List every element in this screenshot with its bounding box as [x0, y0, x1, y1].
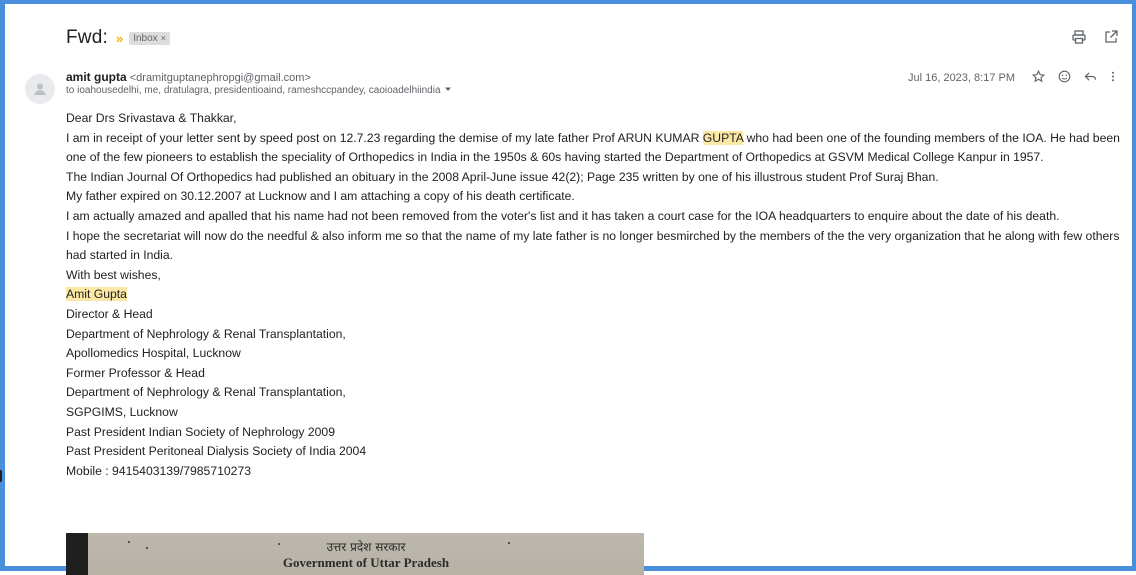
death-certificate-scan: उत्तर प्रदेश सरकार Government of Uttar P…: [88, 533, 644, 575]
paragraph-2: The Indian Journal Of Orthopedics had pu…: [66, 169, 939, 184]
signature-line: Past President Indian Society of Nephrol…: [66, 424, 335, 439]
message-meta: Jul 16, 2023, 8:17 PM: [907, 69, 1116, 86]
signature-line: Department of Nephrology & Renal Transpl…: [66, 385, 346, 400]
sender-line: amit gupta <dramitguptanephropgi@gmail.c…: [66, 70, 311, 84]
importance-marker-icon[interactable]: »: [116, 31, 123, 46]
print-icon[interactable]: [1070, 28, 1088, 46]
reply-icon[interactable]: [1084, 70, 1097, 86]
chevron-down-icon[interactable]: [444, 85, 452, 96]
paragraph-5: I hope the secretariat will now do the n…: [66, 228, 1120, 263]
sender-email: <dramitguptanephropgi@gmail.com>: [129, 72, 311, 84]
window-edge-marker: [0, 470, 2, 482]
message-date: Jul 16, 2023, 8:17 PM: [907, 72, 1015, 84]
signature-line: SGPGIMS, Lucknow: [66, 404, 178, 419]
signature-line: Apollomedics Hospital, Lucknow: [66, 346, 241, 361]
subject-row: Fwd: » Inbox ×: [66, 26, 170, 50]
signature-name: Amit Gupta: [66, 287, 127, 302]
inbox-label-text: Inbox: [133, 32, 158, 44]
certificate-hindi-heading: उत्तर प्रदेश सरकार: [326, 540, 406, 554]
sender-name[interactable]: amit gupta: [66, 70, 127, 84]
highlighted-term: GUPTA: [702, 130, 744, 145]
certificate-heading: Government of Uttar Pradesh: [282, 555, 450, 570]
attachment-image[interactable]: उत्तर प्रदेश सरकार Government of Uttar P…: [66, 533, 644, 575]
signature-line: Director & Head: [66, 306, 153, 321]
emoji-reaction-icon[interactable]: [1058, 70, 1071, 86]
recipients-text: to ioahousedelhi, me, dratulagra, presid…: [66, 85, 441, 96]
open-in-new-window-icon[interactable]: [1102, 28, 1120, 46]
message-body: Dear Drs Srivastava & Thakkar, I am in r…: [66, 109, 1126, 481]
closing: With best wishes,: [66, 267, 161, 282]
signature-line: Past President Peritoneal Dialysis Socie…: [66, 444, 367, 459]
recipients-line[interactable]: to ioahousedelhi, me, dratulagra, presid…: [66, 85, 452, 96]
signature-line: Mobile : 9415403139/7985710273: [66, 463, 252, 478]
email-subject: Fwd:: [66, 27, 108, 48]
signature-line: Department of Nephrology & Renal Transpl…: [66, 326, 346, 341]
more-vertical-icon[interactable]: [1110, 70, 1116, 86]
paragraph-1: I am in receipt of your letter sent by s…: [66, 130, 1120, 165]
signature-line: Former Professor & Head: [66, 365, 205, 380]
paragraph-4: I am actually amazed and apalled that hi…: [66, 208, 1060, 223]
star-icon[interactable]: [1031, 69, 1046, 86]
remove-label-button[interactable]: ×: [161, 33, 166, 43]
sender-avatar[interactable]: [25, 74, 55, 104]
screenshot-frame: Fwd: » Inbox × amit gupta <dramitguptane…: [0, 0, 1136, 575]
greeting: Dear Drs Srivastava & Thakkar,: [66, 111, 237, 125]
thread-actions: [1070, 28, 1120, 46]
person-icon: [34, 83, 46, 95]
paragraph-3: My father expired on 30.12.2007 at Luckn…: [66, 189, 575, 204]
inbox-label-chip[interactable]: Inbox ×: [129, 31, 170, 45]
